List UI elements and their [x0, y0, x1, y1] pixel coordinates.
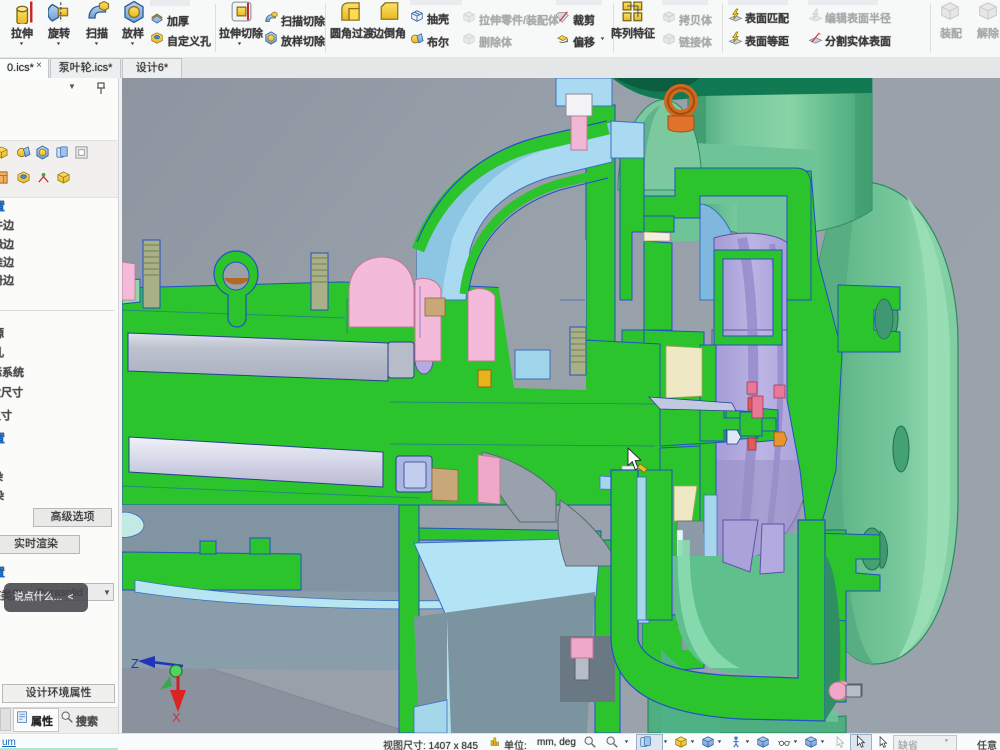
svg-text:Z: Z: [131, 656, 139, 671]
svg-text:X: X: [172, 710, 181, 725]
